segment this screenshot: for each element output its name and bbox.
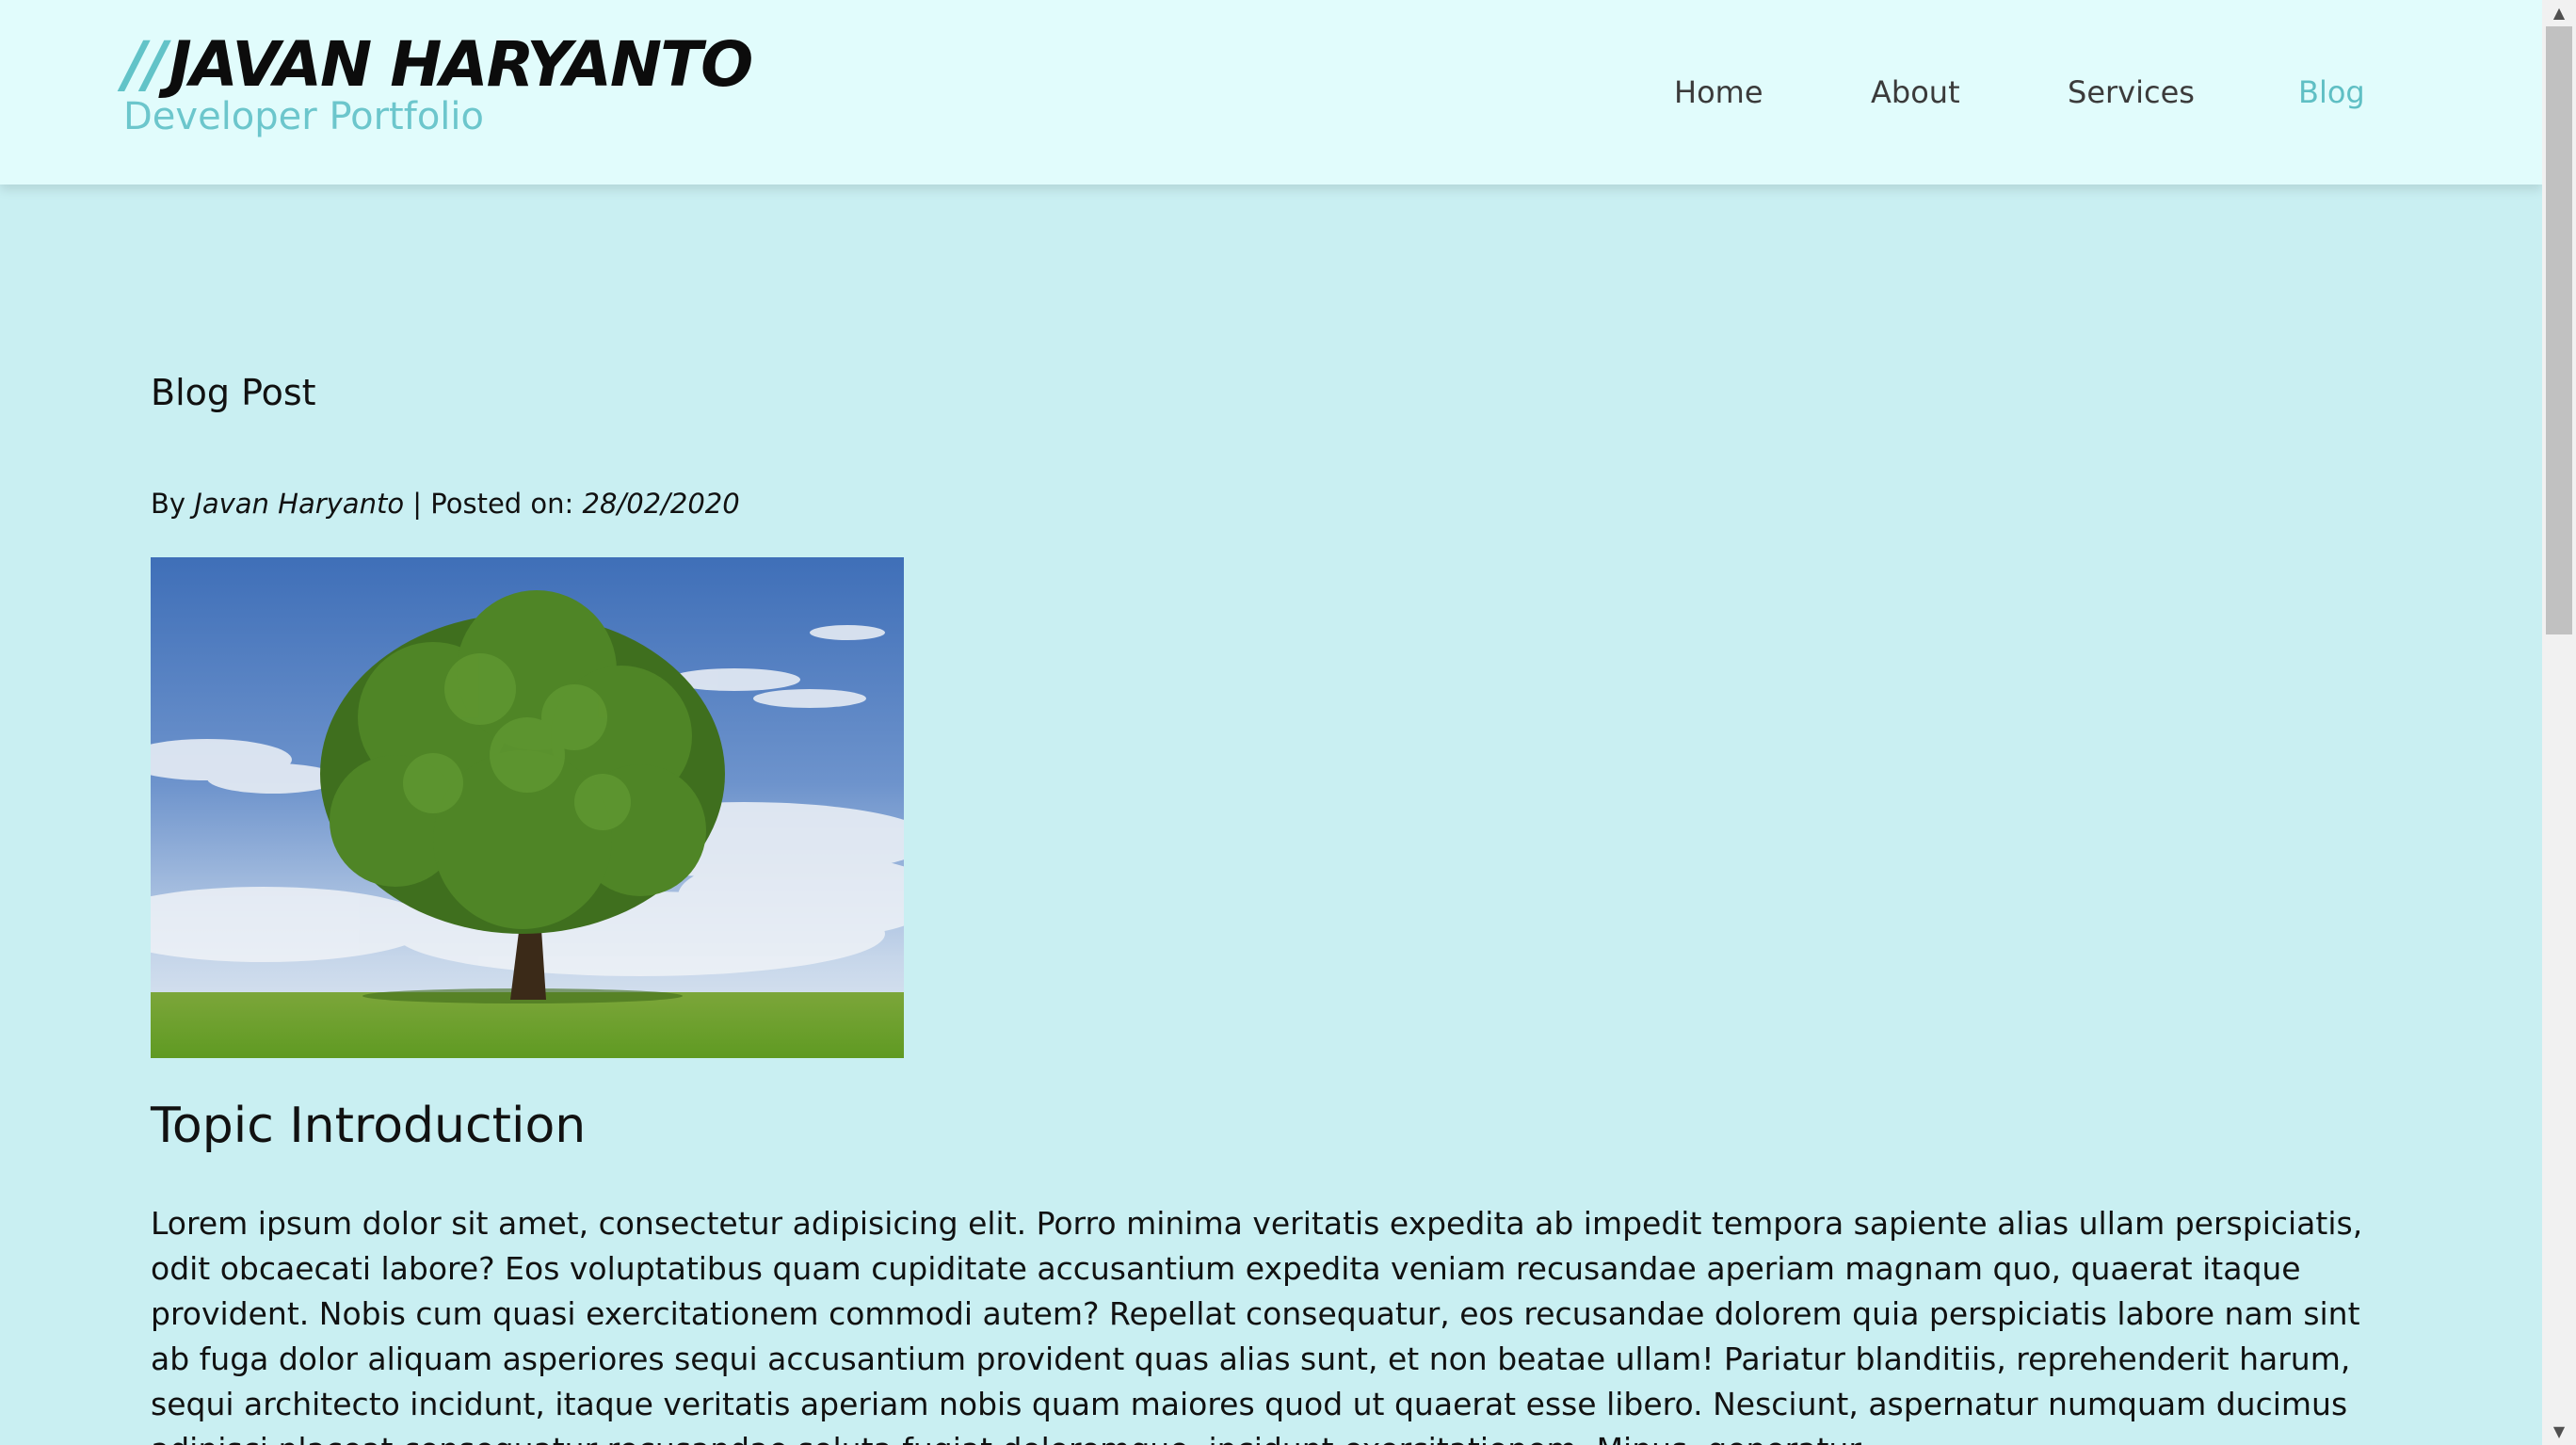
nav-home-link[interactable]: Home — [1674, 72, 1763, 113]
post-author: Javan Haryanto — [194, 488, 405, 520]
nav-services-link[interactable]: Services — [2068, 72, 2195, 113]
post-byline: By Javan Haryanto | Posted on: 28/02/202… — [151, 484, 740, 523]
section-heading: Topic Introduction — [151, 1098, 587, 1154]
chevron-up-icon[interactable]: ▲ — [2542, 0, 2576, 26]
nav-about-link[interactable]: About — [1871, 72, 1960, 113]
page: //JAVAN HARYANTO Developer Portfolio Hom… — [0, 0, 2576, 1445]
nav-blog-link[interactable]: Blog — [2298, 72, 2365, 113]
post-paragraph: Lorem ipsum dolor sit amet, consectetur … — [151, 1205, 2363, 1445]
byline-posted-label: | Posted on: — [412, 488, 574, 520]
vertical-scrollbar[interactable]: ▲ ▼ — [2542, 0, 2576, 1445]
post-title: Blog Post — [151, 372, 316, 413]
byline-by-label: By — [151, 488, 186, 520]
main-nav: Home About Services Blog — [0, 72, 2542, 113]
post-date: 28/02/2020 — [582, 488, 740, 520]
scrollbar-thumb[interactable] — [2546, 26, 2572, 634]
tree-in-field-image — [151, 557, 904, 1058]
chevron-down-icon[interactable]: ▼ — [2542, 1419, 2576, 1445]
site-header: //JAVAN HARYANTO Developer Portfolio Hom… — [0, 0, 2542, 185]
